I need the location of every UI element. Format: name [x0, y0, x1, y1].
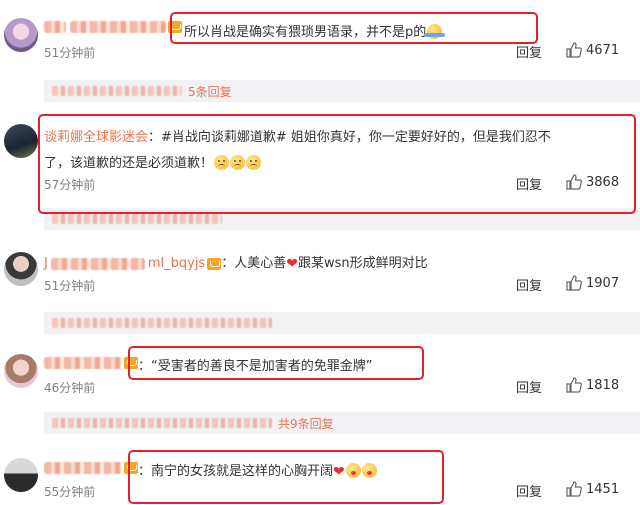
avatar[interactable]: [4, 458, 38, 492]
like-count: 1818: [586, 377, 620, 393]
highlight-box: [128, 346, 424, 380]
comment-1: 所以肖战是确实有猥琐男语录，并不是p的 51分钟前 回复 4671 5条回复: [0, 0, 640, 104]
reply-button[interactable]: 回复: [516, 42, 542, 61]
comment-text: Jml_bqyjs ：人美心善❤跟某wsn形成鲜明对比: [44, 256, 428, 272]
comment-author[interactable]: [44, 460, 138, 475]
like-count: 4671: [586, 42, 620, 58]
thumbs-up-icon: [566, 481, 582, 497]
vip-icon: [207, 257, 222, 270]
sub-replies-link[interactable]: 共9条回复: [278, 415, 334, 432]
comment-author[interactable]: [44, 19, 183, 34]
comment-4: ：“受害者的善良不是加害者的免罪金牌” 46分钟前 回复 1818 共9条回复: [0, 334, 640, 434]
thumbs-up-icon: [566, 377, 582, 393]
avatar[interactable]: [4, 252, 38, 286]
reply-button[interactable]: 回复: [516, 481, 542, 500]
like-count: 1451: [586, 481, 620, 497]
sub-replies-bar[interactable]: 5条回复: [44, 80, 640, 102]
sub-replies-bar[interactable]: [44, 312, 640, 334]
like-button[interactable]: 1907: [566, 275, 619, 291]
like-button[interactable]: 1451: [566, 481, 619, 497]
sub-replies-link[interactable]: 5条回复: [188, 83, 232, 100]
heart-icon: ❤: [286, 256, 298, 272]
avatar[interactable]: [4, 124, 38, 158]
thumbs-up-icon: [566, 275, 582, 291]
avatar[interactable]: [4, 18, 38, 52]
comment-time: 46分钟前: [44, 381, 96, 395]
highlight-box: [170, 12, 538, 44]
comment-author[interactable]: [44, 355, 138, 370]
like-button[interactable]: 1818: [566, 377, 619, 393]
thumbs-up-icon: [566, 42, 582, 58]
like-button[interactable]: 4671: [566, 42, 619, 58]
highlight-box: [128, 450, 444, 504]
comment-author[interactable]: Jml_bqyjs: [44, 256, 205, 271]
comment-time: 51分钟前: [44, 46, 96, 60]
avatar[interactable]: [4, 354, 38, 388]
comment-5: ：南宁的女孩就是这样的心胸开阔❤ 55分钟前 回复 1451: [0, 434, 640, 505]
reply-button[interactable]: 回复: [516, 275, 542, 294]
comment-time: 55分钟前: [44, 485, 96, 499]
highlight-box: [38, 114, 636, 214]
sub-replies-bar[interactable]: 共9条回复: [44, 412, 640, 434]
comment-2: 谈莉娜全球影迷会：#肖战向谈莉娜道歉# 姐姐你真好，你一定要好好的，但是我们忍不…: [0, 104, 640, 234]
reply-button[interactable]: 回复: [516, 377, 542, 396]
comment-time: 51分钟前: [44, 279, 96, 293]
comment-3: Jml_bqyjs ：人美心善❤跟某wsn形成鲜明对比 51分钟前 回复 1907: [0, 234, 640, 334]
like-count: 1907: [586, 275, 620, 291]
